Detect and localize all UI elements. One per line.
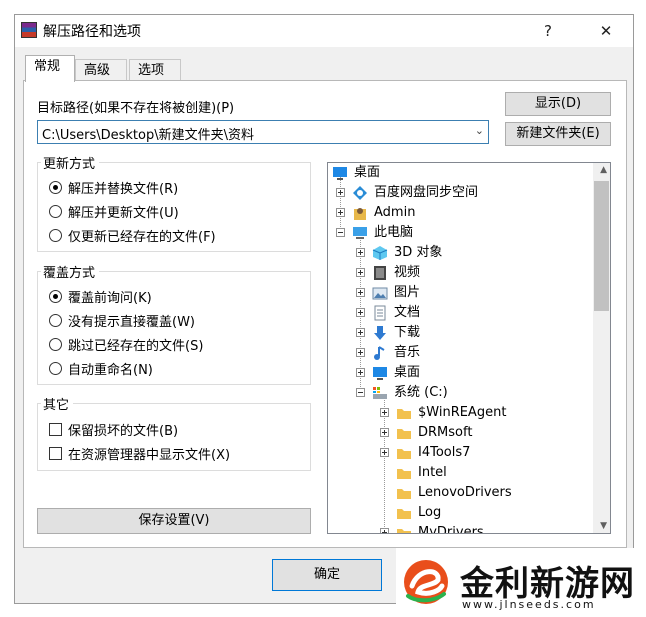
expand-icon[interactable] [336,208,345,217]
option-update-existing-label[interactable]: 仅更新已经存在的文件(F) [68,226,216,245]
expand-icon[interactable] [356,328,365,337]
tree-item-label: DRMsoft [418,425,473,440]
documents-icon [374,305,386,321]
drive-icon [373,387,387,399]
winrar-app-icon [21,22,37,38]
expand-icon[interactable] [356,268,365,277]
option-skip-existing-label[interactable]: 跳过已经存在的文件(S) [68,335,203,354]
radio-extract-replace[interactable] [49,181,62,194]
video-icon [374,266,386,280]
watermark-logo-icon [404,560,448,604]
tree-item-label: 桌面 [394,365,421,380]
folder-icon [397,449,411,459]
scroll-down-icon[interactable]: ▼ [600,521,607,531]
option-auto-rename-label[interactable]: 自动重命名(N) [68,359,153,378]
expand-icon[interactable] [336,188,345,197]
radio-update-existing[interactable] [49,229,62,242]
folder-icon [397,509,411,519]
new-folder-button[interactable]: 新建文件夹(E) [505,122,611,146]
ok-button[interactable]: 确定 [272,559,382,591]
tab-advanced[interactable]: 高级 [75,59,127,81]
tree-item-label: 文档 [394,305,421,320]
target-path-label: 目标路径(如果不存在将被创建)(P) [37,101,235,116]
folder-icon [397,529,411,533]
tree-item-label: Intel [418,465,447,480]
tree-scrollbar[interactable]: ▲ ▼ [593,163,610,533]
3d-objects-icon [372,246,388,260]
expand-icon[interactable] [356,308,365,317]
tree-item-label: 视频 [394,265,421,280]
option-extract-update-label[interactable]: 解压并更新文件(U) [68,202,179,221]
target-path-value: C:\Users\Desktop\新建文件夹\资料 [42,128,254,143]
tree-item-label: Admin [374,205,416,220]
overwrite-mode-title: 覆盖方式 [41,262,100,281]
option-extract-replace-label[interactable]: 解压并替换文件(R) [68,178,178,197]
save-settings-button[interactable]: 保存设置(V) [37,508,311,534]
tree-item-label: 音乐 [394,345,421,360]
expand-icon[interactable] [380,428,389,437]
target-path-combobox[interactable]: C:\Users\Desktop\新建文件夹\资料 ⌄ [37,120,489,144]
show-in-explorer-checkbox[interactable] [49,447,62,460]
tree-item-label: 此电脑 [374,225,414,240]
tree-item-label: I4Tools7 [418,445,471,460]
tree-item-label: 系统 (C:) [394,385,448,400]
scrollbar-thumb[interactable] [594,181,609,311]
radio-skip-existing[interactable] [49,338,62,351]
folder-tree[interactable]: 桌面 百度网盘同步空间 Admin 此电脑 3D 对象 视频 图片 文档 下载 … [327,162,611,534]
tab-general[interactable]: 常规 [25,55,75,82]
expand-icon[interactable] [356,248,365,257]
tree-item-label: 百度网盘同步空间 [374,185,479,200]
tree-item-label: Log [418,505,442,520]
keep-broken-checkbox[interactable] [49,423,62,436]
tree-item-label: 3D 对象 [394,245,443,260]
option-ask-overwrite-label[interactable]: 覆盖前询问(K) [68,287,152,306]
folder-icon [397,409,411,419]
misc-title: 其它 [41,394,74,413]
option-overwrite-silent-label[interactable]: 没有提示直接覆盖(W) [68,311,195,330]
radio-extract-update[interactable] [49,205,62,218]
folder-icon [397,489,411,499]
expand-icon[interactable] [356,348,365,357]
close-button[interactable]: ✕ [591,19,621,43]
computer-icon [353,227,367,239]
download-icon [374,326,386,340]
keep-broken-label[interactable]: 保留损坏的文件(B) [68,420,178,439]
desktop-icon [333,167,347,180]
radio-ask-overwrite[interactable] [49,290,62,303]
baidu-cloud-icon [353,186,367,200]
collapse-icon[interactable] [356,388,365,397]
user-icon [354,208,366,220]
watermark-url: www.jlnseeds.com [462,598,596,611]
collapse-icon[interactable] [336,228,345,237]
chevron-down-icon[interactable]: ⌄ [475,124,484,137]
help-button[interactable]: ? [533,19,563,43]
expand-icon[interactable] [380,528,389,533]
radio-overwrite-silent[interactable] [49,314,62,327]
expand-icon[interactable] [380,448,389,457]
window-title: 解压路径和选项 [43,24,141,40]
expand-icon[interactable] [356,288,365,297]
expand-icon[interactable] [356,368,365,377]
scroll-up-icon[interactable]: ▲ [600,165,607,175]
tree-item-label: LenovoDrivers [418,485,512,500]
expand-icon[interactable] [380,408,389,417]
folder-icon [397,469,411,479]
music-icon [374,346,385,360]
tree-item-label: 图片 [394,285,421,300]
title-bar: 解压路径和选项 ? ✕ [15,15,633,47]
radio-auto-rename[interactable] [49,362,62,375]
pictures-icon [372,287,388,300]
tree-item-label: 下载 [394,325,421,340]
folder-icon [397,429,411,439]
tree-item-label: $WinREAgent [418,405,507,420]
tree-item-label: 桌面 [354,165,381,180]
extract-dialog: 解压路径和选项 ? ✕ 常规 高级 选项 目标路径(如果不存在将被创建)(P) … [14,14,634,604]
update-mode-title: 更新方式 [41,153,100,172]
show-in-explorer-label[interactable]: 在资源管理器中显示文件(X) [68,444,230,463]
watermark: 金利新游网 www.jlnseeds.com [396,548,646,617]
tree-item-label: MyDrivers [418,525,484,534]
desktop-icon [373,367,387,380]
tab-options[interactable]: 选项 [129,59,181,81]
show-button[interactable]: 显示(D) [505,92,611,116]
